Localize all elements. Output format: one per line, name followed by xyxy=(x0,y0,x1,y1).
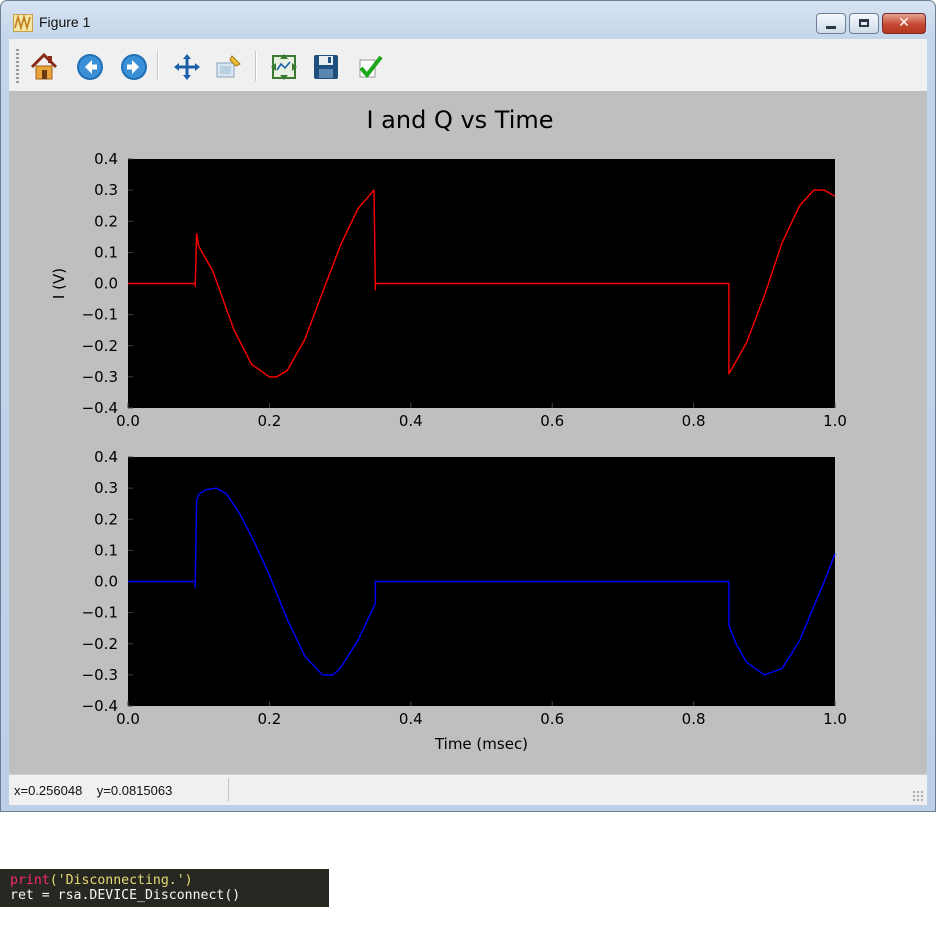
figure-title: I and Q vs Time xyxy=(366,106,553,134)
x-tick-label: 0.4 xyxy=(399,710,423,728)
y-tick-label: 0.4 xyxy=(94,150,118,168)
resize-grip-icon[interactable] xyxy=(912,790,924,802)
code-disconnect-line: ret = rsa.DEVICE_Disconnect() xyxy=(10,888,241,903)
status-divider xyxy=(228,778,229,801)
minimize-button[interactable] xyxy=(816,13,846,34)
figure-window: Figure 1 ✕ I and Q vs Time 0.0 0.2 0.4 0… xyxy=(0,0,936,812)
x-tick-label: 0.2 xyxy=(257,412,281,430)
x-tick-label: 0.8 xyxy=(682,710,706,728)
y-tick-label: −0.3 xyxy=(82,368,118,386)
y-tick-label: 0.1 xyxy=(94,243,118,261)
y-tick-label: −0.1 xyxy=(82,306,118,324)
window-client: I and Q vs Time 0.0 0.2 0.4 0.6 0.8 1.0 0.4 0.3 0… xyxy=(9,39,927,805)
close-icon: ✕ xyxy=(898,15,910,31)
cursor-y-readout: y=0.0815063 xyxy=(96,783,173,798)
y-tick-label: −0.1 xyxy=(82,604,118,622)
x-tick-label: 1.0 xyxy=(823,710,847,728)
matplotlib-app-icon xyxy=(13,14,33,32)
y-tick-label: −0.3 xyxy=(82,666,118,684)
home-icon[interactable] xyxy=(29,52,59,82)
x-tick-label: 0.8 xyxy=(682,412,706,430)
navigation-toolbar xyxy=(9,39,927,92)
x-tick-label: 0.4 xyxy=(399,412,423,430)
toolbar-separator xyxy=(157,51,159,81)
toolbar-grip[interactable] xyxy=(16,49,19,83)
code-snippet: print('Disconnecting.') ret = rsa.DEVICE… xyxy=(0,869,329,907)
title-bar[interactable]: Figure 1 ✕ xyxy=(1,1,935,39)
save-icon[interactable] xyxy=(311,52,341,82)
status-bar: x=0.256048 y=0.0815063 xyxy=(9,774,927,805)
toolbar-separator xyxy=(255,51,257,81)
y-axis-label: I (V) xyxy=(50,268,68,299)
x-tick-label: 1.0 xyxy=(823,412,847,430)
code-print-args: ('Disconnecting.') xyxy=(49,873,193,888)
cursor-x-readout: x=0.256048 xyxy=(14,783,83,798)
x-tick-label: 0.0 xyxy=(116,710,140,728)
subplots-icon[interactable] xyxy=(269,52,299,82)
code-print-keyword: print xyxy=(10,873,50,888)
pan-icon[interactable] xyxy=(172,52,202,82)
y-tick-label: 0.0 xyxy=(94,573,118,591)
y-tick-label: 0.0 xyxy=(94,275,118,293)
y-tick-label: 0.2 xyxy=(94,510,118,528)
close-button[interactable]: ✕ xyxy=(882,13,926,34)
y-tick-label: −0.4 xyxy=(82,697,118,715)
y-tick-label: −0.2 xyxy=(82,337,118,355)
minimize-icon xyxy=(826,26,836,29)
forward-icon[interactable] xyxy=(119,52,149,82)
x-tick-label: 0.6 xyxy=(540,412,564,430)
plot-svg[interactable]: I and Q vs Time 0.0 0.2 0.4 0.6 0.8 1.0 0.4 0.3 0… xyxy=(9,91,927,774)
x-tick-label: 0.6 xyxy=(540,710,564,728)
y-tick-label: −0.2 xyxy=(82,635,118,653)
maximize-icon xyxy=(859,19,869,27)
back-icon[interactable] xyxy=(75,52,105,82)
y-tick-label: 0.3 xyxy=(94,479,118,497)
y-tick-label: 0.2 xyxy=(94,212,118,230)
edit-params-icon[interactable] xyxy=(355,52,385,82)
x-axis-label: Time (msec) xyxy=(434,735,528,753)
y-tick-label: −0.4 xyxy=(82,399,118,417)
y-tick-label: 0.4 xyxy=(94,448,118,466)
zoom-rect-icon[interactable] xyxy=(214,52,244,82)
figure-canvas[interactable]: I and Q vs Time 0.0 0.2 0.4 0.6 0.8 1.0 0.4 0.3 0… xyxy=(9,91,927,774)
y-tick-label: 0.1 xyxy=(94,541,118,559)
maximize-button[interactable] xyxy=(849,13,879,34)
y-tick-label: 0.3 xyxy=(94,181,118,199)
x-tick-label: 0.2 xyxy=(257,710,281,728)
cursor-coordinates: x=0.256048 y=0.0815063 xyxy=(14,783,172,798)
x-tick-label: 0.0 xyxy=(116,412,140,430)
window-title: Figure 1 xyxy=(39,14,91,30)
